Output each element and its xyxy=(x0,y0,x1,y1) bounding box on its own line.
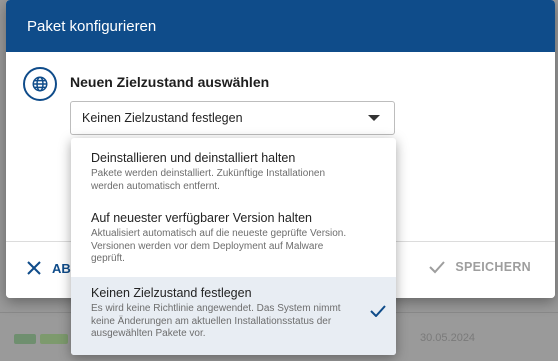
dialog-title: Paket konfigurieren xyxy=(27,17,157,35)
background-status-chip xyxy=(40,334,68,344)
target-state-select[interactable]: Keinen Zielzustand festlegen xyxy=(70,101,395,135)
option-title: Deinstallieren und deinstalliert halten xyxy=(91,151,296,165)
globe-icon xyxy=(23,67,57,101)
background-date: 30.05.2024 xyxy=(420,332,476,344)
check-icon xyxy=(429,261,446,274)
background-status-chip xyxy=(14,334,36,344)
cancel-label: AB xyxy=(52,260,71,276)
option-description: Pakete werden deinstalliert. Zukünftige … xyxy=(91,168,326,192)
close-icon xyxy=(27,261,41,275)
caret-down-icon xyxy=(368,115,380,121)
check-icon xyxy=(370,305,386,317)
save-label: SPEICHERN xyxy=(455,260,531,274)
option-keep-latest[interactable]: Auf neuester verfügbarer Version halten … xyxy=(71,211,396,266)
section-title: Neuen Zielzustand auswählen xyxy=(70,74,270,90)
cancel-button[interactable]: AB xyxy=(26,260,71,276)
option-no-target-state[interactable]: Keinen Zielzustand festlegen Es wird kei… xyxy=(71,277,396,355)
option-description: Es wird keine Richtlinie angewendet. Das… xyxy=(91,303,341,339)
select-value: Keinen Zielzustand festlegen xyxy=(82,111,243,125)
option-title: Auf neuester verfügbarer Version halten xyxy=(91,211,312,225)
option-uninstall[interactable]: Deinstallieren und deinstalliert halten … xyxy=(71,151,396,193)
save-button[interactable]: SPEICHERN xyxy=(428,260,531,274)
target-state-dropdown-menu: Deinstallieren und deinstalliert halten … xyxy=(71,138,396,355)
dialog-header: Paket konfigurieren xyxy=(6,0,555,52)
option-title: Keinen Zielzustand festlegen xyxy=(91,286,252,300)
option-description: Aktualisiert automatisch auf die neueste… xyxy=(91,228,347,264)
